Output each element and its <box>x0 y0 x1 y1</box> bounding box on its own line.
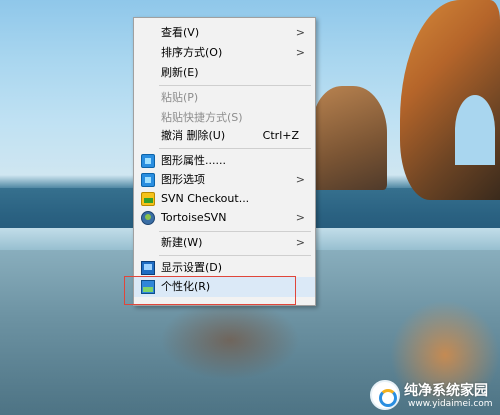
menu-item-label: 图形选项 <box>161 173 205 186</box>
menu-separator <box>159 231 311 232</box>
wallpaper-arch-opening <box>455 95 495 165</box>
chevron-right-icon: > <box>295 236 305 249</box>
tortoisesvn-icon <box>141 211 155 225</box>
menu-item-label: 撤消 删除(U) <box>161 129 226 142</box>
wallpaper-rock <box>312 86 387 190</box>
watermark-title: 纯净系统家园 <box>404 383 488 399</box>
menu-item-label: 粘贴(P) <box>161 91 199 104</box>
menu-item-paste: 粘贴(P) <box>134 88 315 108</box>
chevron-right-icon: > <box>295 46 305 59</box>
menu-item-view[interactable]: 查看(V) > <box>134 23 315 43</box>
graphics-properties-icon <box>141 154 155 168</box>
watermark: 纯净系统家园 www.yidaimei.com <box>370 378 498 412</box>
watermark-url: www.yidaimei.com <box>408 399 493 409</box>
menu-item-sort-by[interactable]: 排序方式(O) > <box>134 43 315 63</box>
menu-item-new[interactable]: 新建(W) > <box>134 233 315 253</box>
menu-item-svn-checkout[interactable]: SVN Checkout... <box>134 189 315 209</box>
menu-item-label: 图形属性...... <box>161 154 226 167</box>
menu-item-label: 排序方式(O) <box>161 46 223 59</box>
menu-item-graphics-properties[interactable]: 图形属性...... <box>134 151 315 171</box>
menu-item-label: 新建(W) <box>161 236 203 249</box>
svn-checkout-icon <box>141 192 155 206</box>
menu-item-display-settings[interactable]: 显示设置(D) <box>134 258 315 278</box>
menu-item-undo-delete[interactable]: 撤消 删除(U) Ctrl+Z <box>134 126 315 146</box>
shortcut-label: Ctrl+Z <box>262 129 299 142</box>
menu-item-paste-shortcut: 粘贴快捷方式(S) <box>134 108 315 128</box>
chevron-right-icon: > <box>295 26 305 39</box>
menu-item-label: 查看(V) <box>161 26 200 39</box>
menu-item-tortoisesvn[interactable]: TortoiseSVN > <box>134 208 315 228</box>
wallpaper-reflection-dark <box>160 300 300 380</box>
highlight-annotation-box <box>124 276 296 305</box>
menu-item-label: 刷新(E) <box>161 66 199 79</box>
graphics-options-icon <box>141 173 155 187</box>
menu-separator <box>159 148 311 149</box>
menu-item-label: SVN Checkout... <box>161 192 250 205</box>
display-settings-icon <box>141 261 155 275</box>
menu-item-graphics-options[interactable]: 图形选项 > <box>134 170 315 190</box>
chevron-right-icon: > <box>295 173 305 186</box>
menu-item-label: TortoiseSVN <box>161 211 227 224</box>
chevron-right-icon: > <box>295 211 305 224</box>
menu-item-refresh[interactable]: 刷新(E) <box>134 63 315 83</box>
menu-item-label: 粘贴快捷方式(S) <box>161 111 243 124</box>
desktop-context-menu: 查看(V) > 排序方式(O) > 刷新(E) 粘贴(P) 粘贴快捷方式(S) … <box>133 17 316 306</box>
menu-separator <box>159 255 311 256</box>
site-logo-icon <box>370 380 400 410</box>
menu-separator <box>159 85 311 86</box>
menu-item-label: 显示设置(D) <box>161 261 223 274</box>
